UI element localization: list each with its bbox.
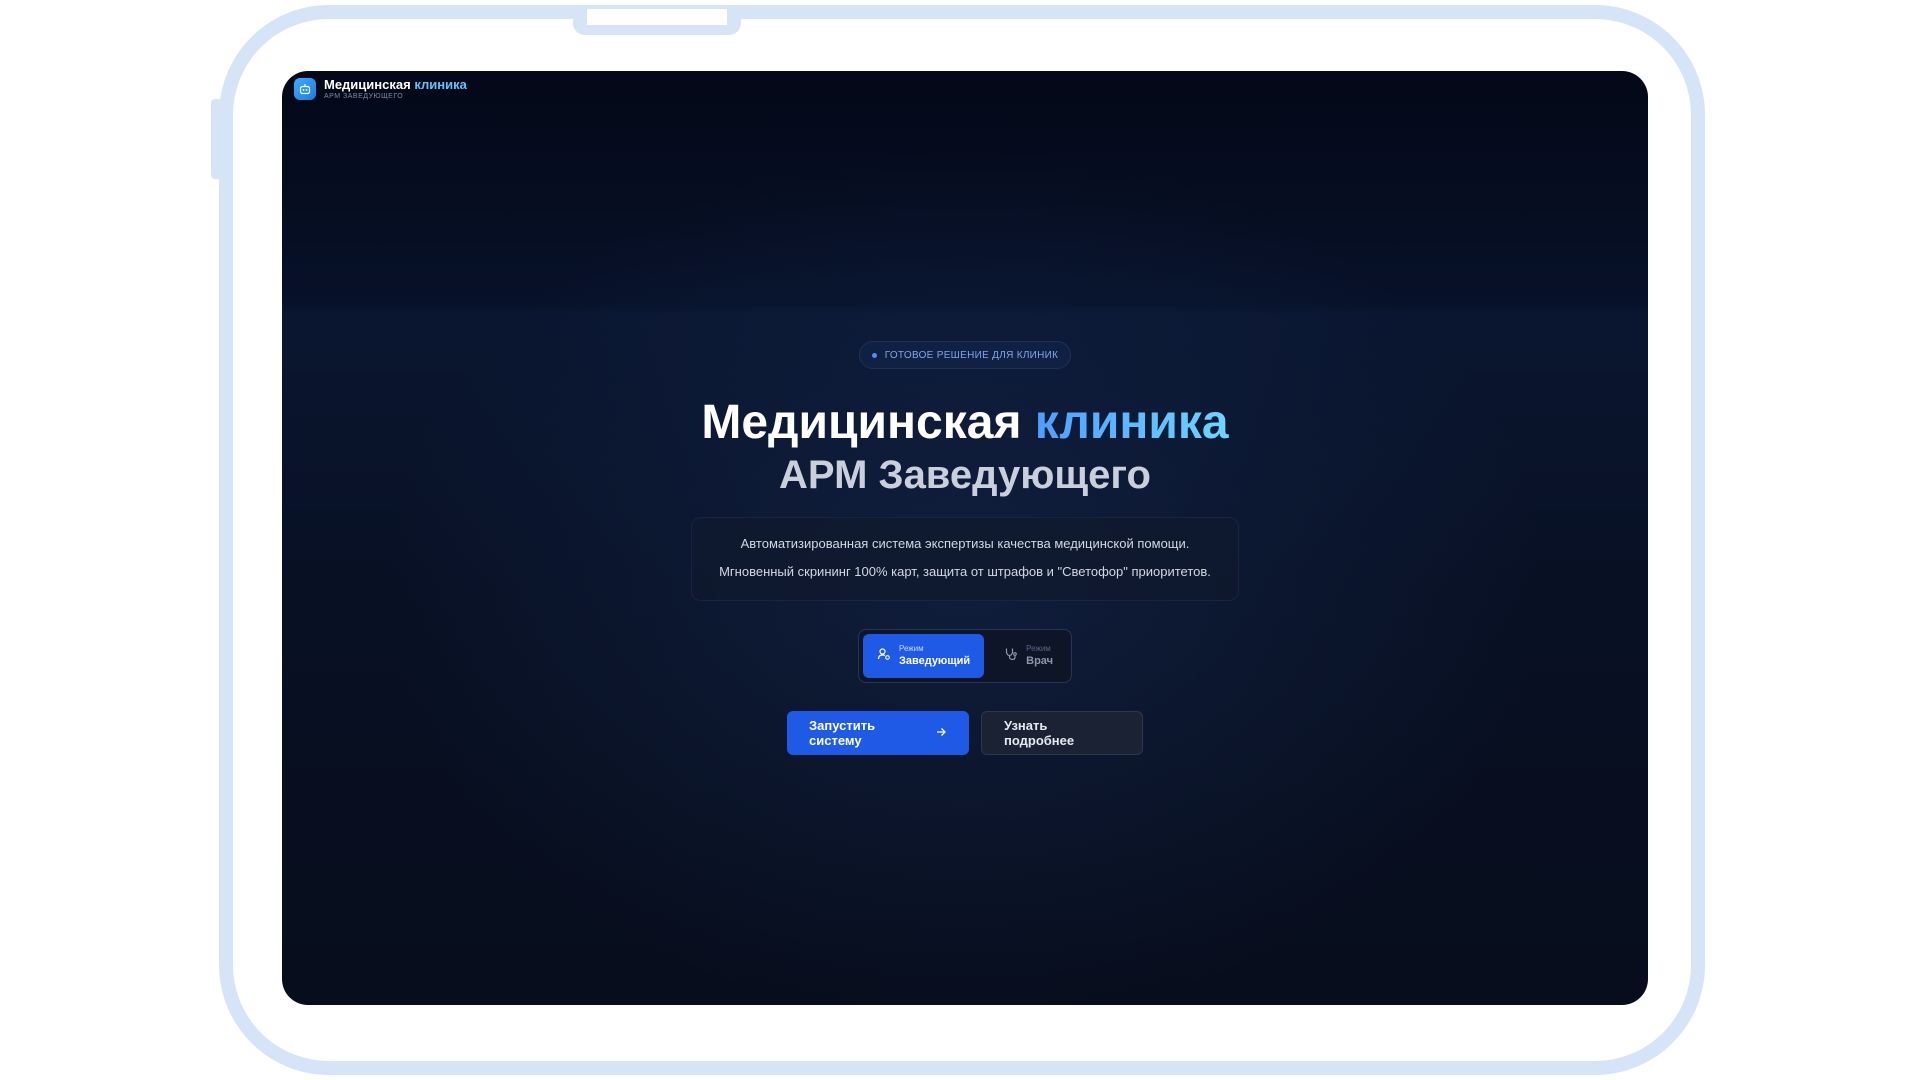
hero-actions: Запустить систему Узнать подробнее (787, 711, 1143, 755)
logo-text: Медицинская клиника АРМ ЗАВЕДУЮЩЕГО (324, 77, 467, 101)
mode-label: Заведующий (898, 655, 971, 667)
learn-more-button[interactable]: Узнать подробнее (981, 711, 1143, 755)
logo-subtitle: АРМ ЗАВЕДУЮЩЕГО (324, 93, 404, 100)
device-notch (573, 9, 741, 35)
mode-option-head-text: Режим Заведующий (899, 644, 970, 668)
description-line-2: Мгновенный скрининг 100% карт, защита от… (719, 564, 1211, 579)
app-screen: Медицинская клиника АРМ ЗАВЕДУЮЩЕГО ГОТО… (282, 71, 1648, 1005)
app-logo[interactable]: Медицинская клиника АРМ ЗАВЕДУЮЩЕГО (294, 77, 467, 101)
learn-more-label: Узнать подробнее (1004, 718, 1075, 748)
user-gear-icon (877, 647, 891, 666)
stethoscope-icon (1004, 647, 1018, 666)
logo-title: Медицинская клиника (324, 77, 467, 92)
hero-subtitle: АРМ Заведующего (779, 453, 1151, 497)
mode-label: Врач (1026, 655, 1054, 667)
launch-system-label: Запустить систему (809, 718, 876, 748)
description-line-1: Автоматизированная система экспертизы ка… (740, 536, 1190, 551)
hero-title-accent: клиника (1034, 396, 1229, 449)
mode-option-doctor-text: Режим Врач (1026, 644, 1053, 668)
hero-title-main: Медицинская (701, 396, 1022, 449)
mode-switch: Режим Заведующий Режим Врач (857, 629, 1073, 683)
mode-option-doctor[interactable]: Режим Врач (990, 634, 1067, 678)
launch-system-button[interactable]: Запустить систему (787, 711, 969, 755)
device-side-button (211, 99, 223, 179)
mode-option-head[interactable]: Режим Заведующий (862, 634, 985, 678)
logo-title-accent: клиника (414, 77, 467, 92)
hero-title: Медицинская клиника (701, 395, 1228, 451)
robot-icon (294, 78, 316, 100)
solution-badge: ГОТОВОЕ РЕШЕНИЕ ДЛЯ КЛИНИК (858, 341, 1072, 369)
mode-caption: Режим (1026, 644, 1051, 653)
badge-dot-icon (871, 352, 877, 358)
badge-text: ГОТОВОЕ РЕШЕНИЕ ДЛЯ КЛИНИК (884, 349, 1059, 361)
hero-section: ГОТОВОЕ РЕШЕНИЕ ДЛЯ КЛИНИК Медицинская к… (282, 341, 1648, 755)
arrow-right-icon (935, 726, 947, 741)
mode-caption: Режим (898, 644, 924, 653)
description-card: Автоматизированная система экспертизы ка… (691, 517, 1239, 601)
